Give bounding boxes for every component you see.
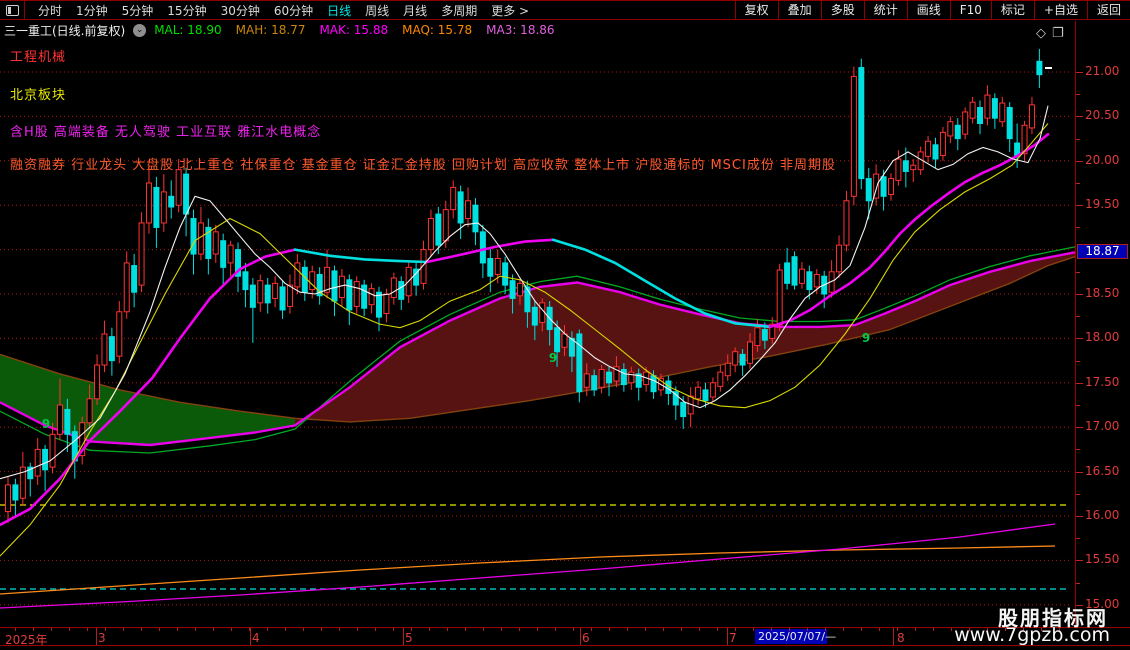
current-price-badge: 18.87 — [1077, 244, 1128, 259]
price-label-17.50: 17.50 — [1085, 374, 1120, 389]
indicator-value-MAH: MAH: 18.77 — [235, 23, 306, 37]
indicator-value-MAL: MAL: 18.90 — [154, 23, 222, 37]
toolbar-action-buttons: 复权 叠加 多股 统计 画线 F10 标记 +自选 返回 — [734, 1, 1130, 19]
button-+自选[interactable]: +自选 — [1033, 1, 1087, 19]
price-label-21.00: 21.00 — [1085, 64, 1120, 78]
month-label-6: 6 — [582, 631, 590, 645]
tab-多周期[interactable]: 多周期 — [434, 2, 484, 19]
price-label-18.00: 18.00 — [1085, 330, 1120, 345]
indicator-value-MAK: MAK: 15.88 — [319, 23, 389, 37]
tab-日线[interactable]: 日线 — [320, 2, 358, 19]
price-label-19.50: 19.50 — [1085, 197, 1120, 212]
candlestick-chart[interactable]: 9 9 9 — [0, 0, 1130, 650]
month-label-7: 7 — [729, 631, 737, 645]
button-F10[interactable]: F10 — [949, 1, 991, 19]
stock-title: 三一重工(日线.前复权) — [4, 23, 126, 38]
price-axis: 18.87 21.00 20.50 20.00 19.50 18.50 18.00 17.5… — [1075, 21, 1130, 627]
price-label-16.50: 16.50 — [1085, 463, 1120, 478]
tab-60分钟[interactable]: 60分钟 — [267, 2, 320, 19]
button-叠加[interactable]: 叠加 — [777, 1, 821, 19]
price-label-18.50: 18.50 — [1085, 286, 1120, 300]
month-label-4: 4 — [252, 631, 260, 645]
button-统计[interactable]: 统计 — [863, 1, 907, 19]
price-label-20.50: 20.50 — [1085, 108, 1120, 123]
concept-tags-label: 含H股 高端装备 无人驾驶 工业互联 雅江水电概念 — [10, 125, 322, 140]
button-标记[interactable]: 标记 — [990, 1, 1034, 19]
price-label-16.00: 16.00 — [1085, 508, 1120, 522]
chart-title-bar: 三一重工(日线.前复权) ⌄ MAL: 18.90 MAH: 18.77 MAK: … — [0, 21, 1074, 39]
button-画线[interactable]: 画线 — [906, 1, 950, 19]
industry-label: 工程机械 — [10, 50, 67, 65]
panel-toggle-icon — [5, 4, 19, 16]
tab-5分钟[interactable]: 5分钟 — [115, 2, 161, 19]
month-label-8: 8 — [897, 631, 905, 645]
button-多股[interactable]: 多股 — [820, 1, 864, 19]
indicator-values: MAL: 18.90 MAH: 18.77 MAK: 15.88 MAQ: 15.78… — [154, 23, 568, 37]
watermark-site-url: www.7gpzb.com — [954, 624, 1110, 646]
year-label: 2025年 — [5, 633, 48, 647]
button-返回[interactable]: 返回 — [1086, 1, 1130, 19]
tab-1分钟[interactable]: 1分钟 — [69, 2, 115, 19]
price-label-17.00: 17.00 — [1085, 419, 1120, 434]
stock-chart-app: 分时 1分钟 5分钟 15分钟 30分钟 60分钟 日线 周线 月线 多周期 更多 > 复权 叠加 多股… — [0, 0, 1130, 650]
tab-30分钟[interactable]: 30分钟 — [214, 2, 267, 19]
period-tabs: 分时 1分钟 5分钟 15分钟 30分钟 60分钟 日线 周线 月线 多周期 更多 > — [25, 2, 536, 19]
indicator-value-MAQ: MAQ: 15.78 — [402, 23, 473, 37]
price-label-15.50: 15.50 — [1085, 552, 1120, 567]
chevron-down-icon[interactable]: ⌄ — [133, 23, 147, 37]
tab-15分钟[interactable]: 15分钟 — [160, 2, 213, 19]
tab-周线[interactable]: 周线 — [358, 2, 396, 19]
price-label-20.00: 20.00 — [1085, 152, 1120, 167]
button-复权[interactable]: 复权 — [734, 1, 778, 19]
svg-text:9: 9 — [862, 331, 870, 345]
tab-更多 >[interactable]: 更多 > — [484, 2, 536, 19]
indicator-value-MA3: MA3: 18.86 — [486, 23, 555, 37]
attribute-tags-label: 融资融券 行业龙头 大盘股 北上重仓 社保重仓 基金重仓 证金汇金持股 回购计划… — [10, 158, 836, 173]
month-label-5: 5 — [405, 631, 413, 645]
tab-月线[interactable]: 月线 — [396, 2, 434, 19]
svg-text:9: 9 — [549, 351, 557, 365]
region-label: 北京板块 — [10, 88, 67, 103]
period-toolbar: 分时 1分钟 5分钟 15分钟 30分钟 60分钟 日线 周线 月线 多周期 更多 > 复权 叠加 多股… — [0, 0, 1130, 20]
selected-date-badge: 2025/07/07/— — [755, 629, 836, 644]
svg-text:9: 9 — [42, 417, 50, 431]
month-label-3: 3 — [98, 631, 106, 645]
tab-分时[interactable]: 分时 — [31, 2, 69, 19]
panel-toggle-button[interactable] — [0, 1, 25, 19]
